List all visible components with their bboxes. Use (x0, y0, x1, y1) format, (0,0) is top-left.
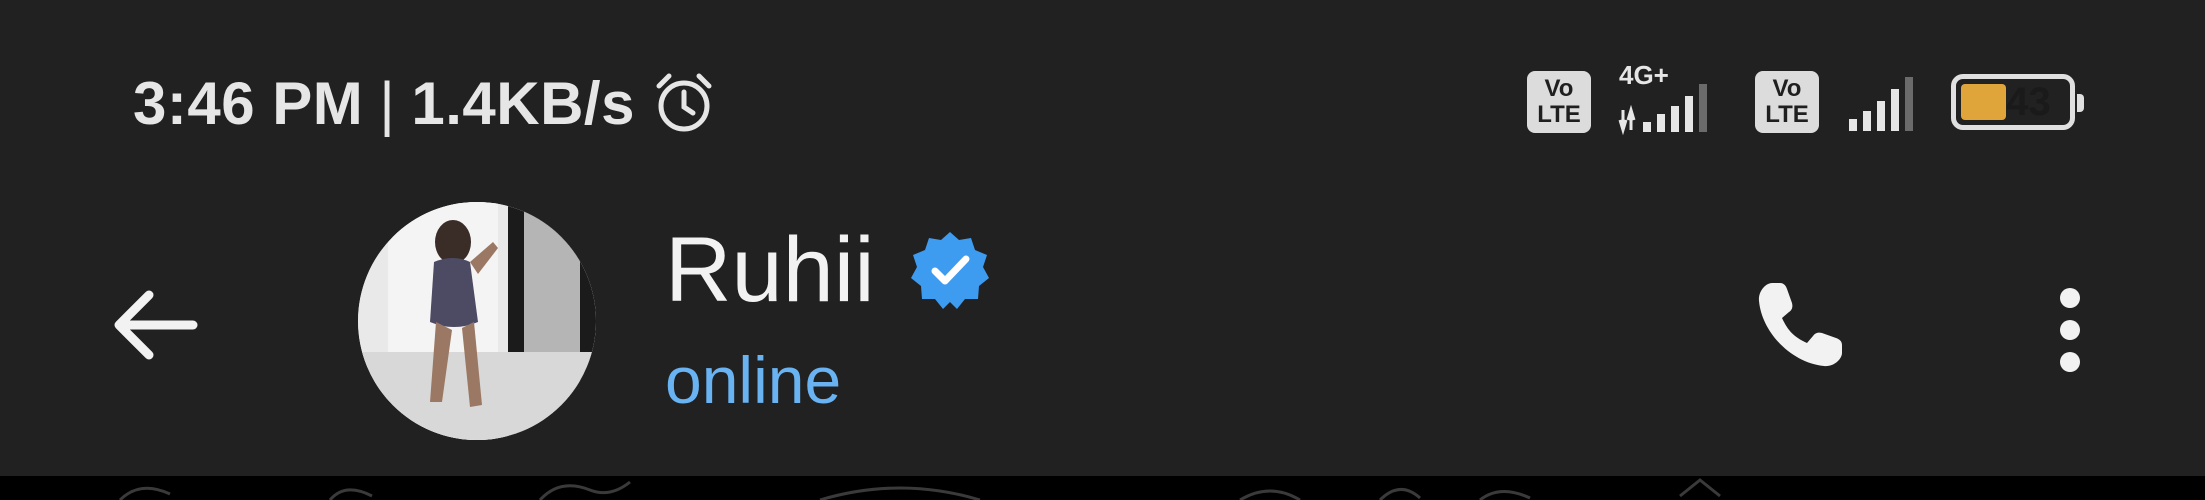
volte-top: Vo (1772, 75, 1802, 102)
chat-screen: 3:46 PM | 1.4KB/s Vo LTE 4G+ Vo LTE 43 R… (0, 0, 2205, 500)
contact-name-row[interactable]: Ruhii (665, 220, 991, 320)
chat-header: Ruhii online (0, 190, 2205, 480)
phone-icon (1758, 283, 1842, 367)
avatar[interactable] (358, 202, 596, 440)
battery-nub (2077, 94, 2084, 112)
chat-doodle-pattern (118, 478, 1721, 500)
volte-badge-sim2: Vo LTE (1755, 71, 1819, 133)
battery-icon: 43 (1951, 74, 2084, 130)
network-sim1: 4G+ (1617, 60, 1729, 140)
volte-bottom: LTE (1537, 101, 1581, 128)
network-type-label: 4G+ (1619, 60, 1669, 90)
battery-level: 43 (2006, 79, 2051, 124)
chat-background (0, 476, 2205, 500)
network-speed: 1.4KB/s (411, 69, 635, 137)
alarm-clock-icon (656, 73, 712, 132)
status-bar: 3:46 PM | 1.4KB/s Vo LTE 4G+ Vo LTE 43 (0, 0, 2205, 190)
volte-bottom: LTE (1765, 101, 1809, 128)
call-button[interactable] (1745, 270, 1855, 380)
arrow-left-icon (114, 290, 198, 360)
status-right: Vo LTE 4G+ Vo LTE 43 (1527, 60, 2084, 140)
status-left: 3:46 PM | 1.4KB/s (133, 68, 717, 138)
avatar-photo (358, 202, 596, 440)
clock: 3:46 PM (133, 69, 364, 137)
signal-strength-sim2-icon (1849, 77, 1913, 131)
more-vertical-icon (2060, 288, 2080, 372)
volte-top: Vo (1544, 75, 1574, 102)
contact-name: Ruhii (665, 219, 875, 321)
contact-status: online (665, 343, 842, 417)
back-button[interactable] (100, 270, 210, 380)
status-separator: | (379, 69, 396, 137)
volte-badge-sim1: Vo LTE (1527, 71, 1591, 133)
more-options-button[interactable] (2020, 270, 2120, 390)
verified-badge-icon (910, 232, 989, 309)
